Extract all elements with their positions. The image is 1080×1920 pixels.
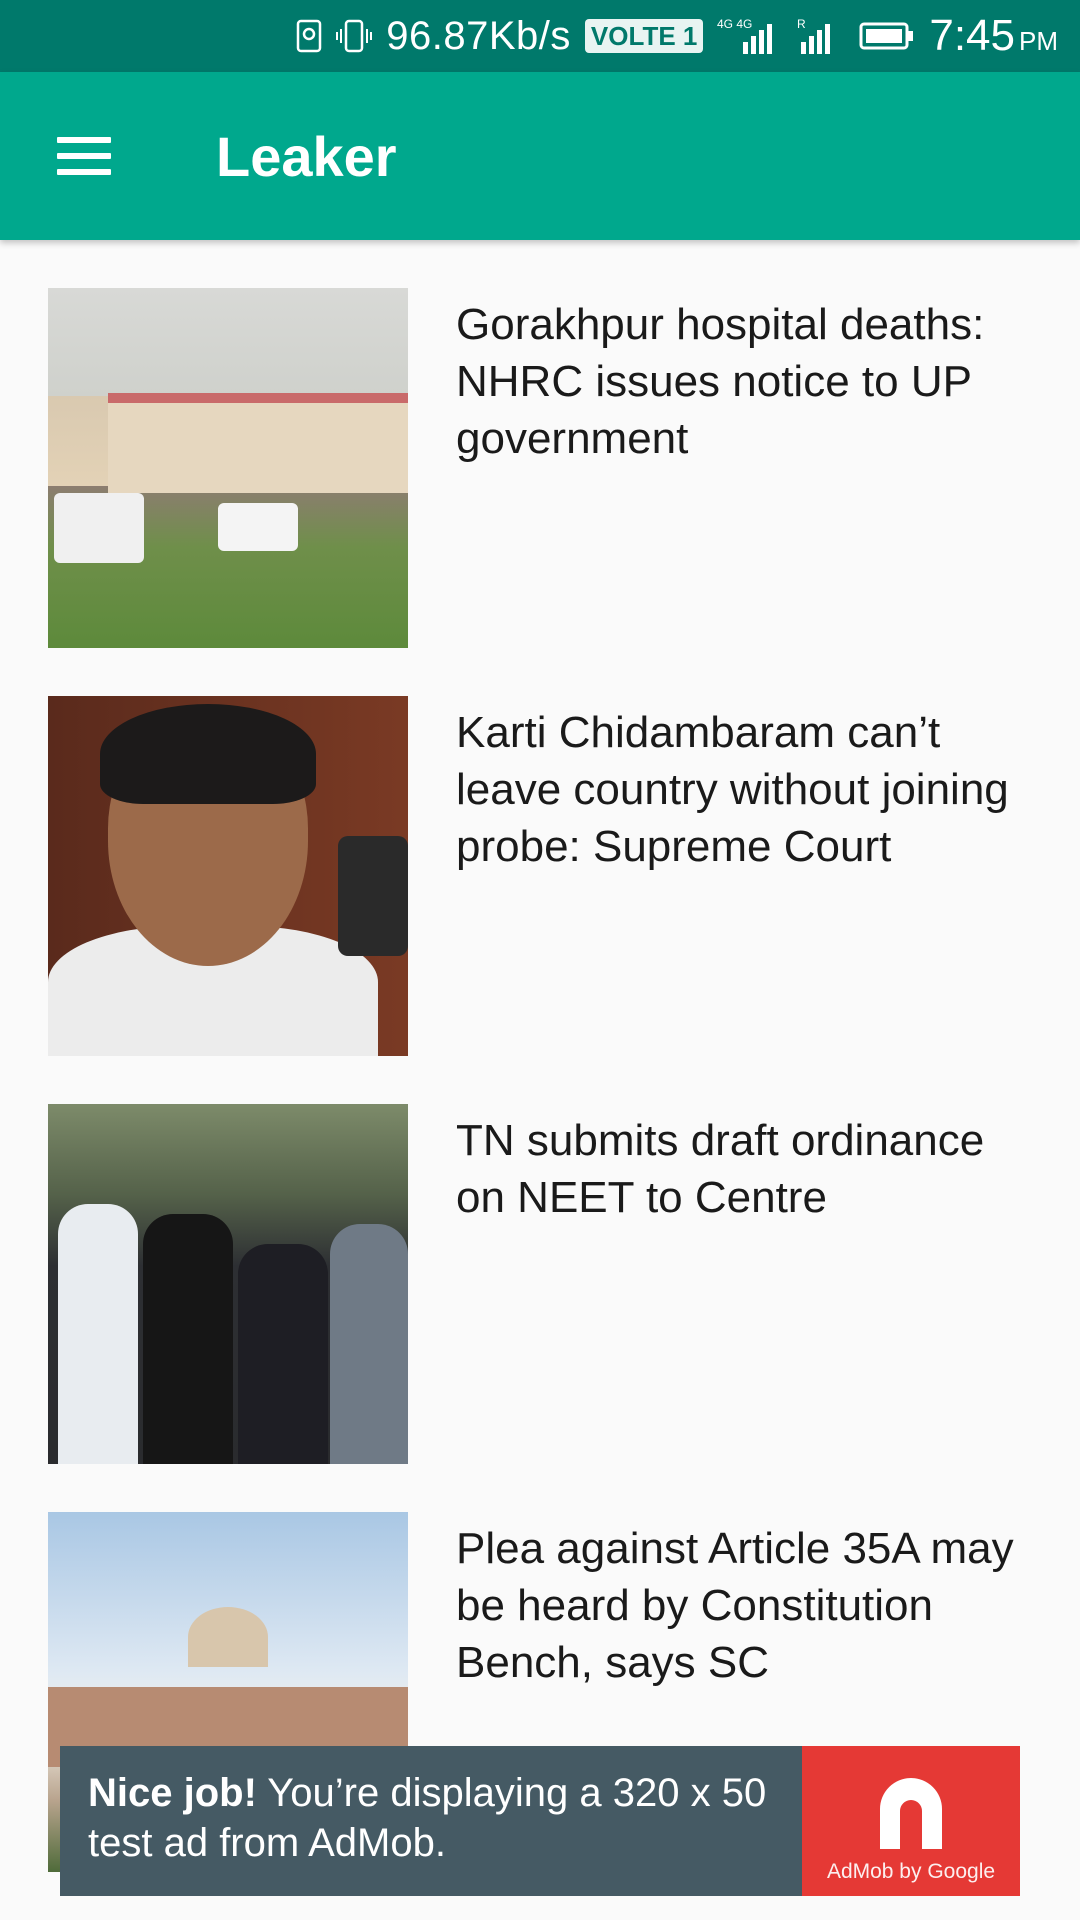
vibrate-icon [336, 19, 373, 53]
signal-sim2-icon: R [795, 16, 845, 56]
signal-sim1-icon: 4G 4G [717, 16, 781, 56]
alarm-icon [296, 19, 322, 53]
crowd-photo [48, 1104, 408, 1464]
battery-icon [859, 21, 915, 51]
ad-text: Nice job! You’re displaying a 320 x 50 t… [60, 1746, 802, 1896]
clock: 7:45 PM [929, 11, 1058, 60]
news-item[interactable]: Karti Chidambaram can’t leave country wi… [48, 696, 1038, 1056]
app-title: Leaker [216, 124, 397, 188]
network-speed: 96.87Kb/s [386, 13, 571, 58]
news-headline: Karti Chidambaram can’t leave country wi… [456, 708, 1009, 871]
admob-icon [880, 1778, 942, 1849]
admob-logo: AdMob by Google [802, 1746, 1020, 1896]
admob-caption: AdMob by Google [826, 1860, 996, 1883]
svg-text:4G 4G: 4G 4G [717, 17, 752, 31]
ad-banner[interactable]: Nice job! You’re displaying a 320 x 50 t… [60, 1746, 1020, 1896]
man-portrait-photo [48, 696, 408, 1056]
menu-button[interactable] [0, 72, 168, 240]
news-item[interactable]: Gorakhpur hospital deaths: NHRC issues n… [48, 288, 1038, 648]
volte-badge: VOLTE 1 [584, 19, 704, 53]
hospital-building-photo [48, 288, 408, 648]
svg-text:R: R [797, 17, 806, 31]
news-item[interactable]: TN submits draft ordinance on NEET to Ce… [48, 1104, 1038, 1464]
news-headline: Gorakhpur hospital deaths: NHRC issues n… [456, 300, 985, 463]
status-bar: 96.87Kb/s VOLTE 1 4G 4G R 7:45 PM [0, 0, 1080, 72]
app-bar: Leaker [0, 72, 1080, 240]
hamburger-menu-icon [57, 137, 111, 175]
news-headline: TN submits draft ordinance on NEET to Ce… [456, 1116, 985, 1222]
ad-lead: Nice job! [88, 1771, 257, 1815]
